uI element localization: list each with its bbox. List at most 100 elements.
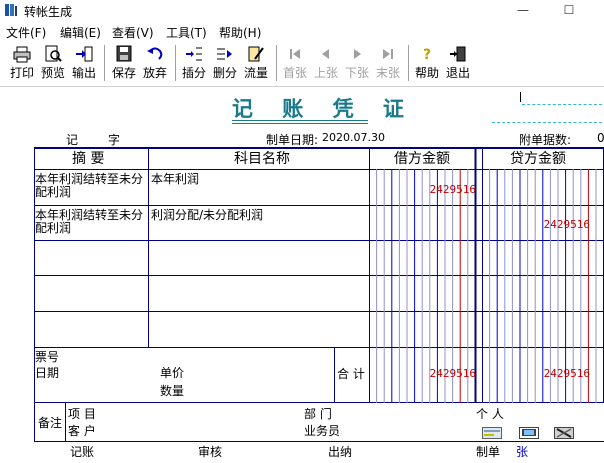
- first-page-icon: [290, 49, 300, 59]
- customer-label: 客 户: [68, 424, 96, 438]
- voucher-title: 记 账 凭 证: [232, 96, 415, 121]
- row2-credit-amount[interactable]: 2429516: [544, 218, 590, 231]
- prev-voucher-label: 上张: [313, 66, 338, 80]
- delete-row-icon: [217, 48, 232, 60]
- toolbar-separator: [175, 45, 177, 81]
- discard-button[interactable]: 放弃: [140, 43, 170, 83]
- chevron-right-icon: [354, 49, 361, 59]
- delete-entry-button[interactable]: 删分: [210, 43, 240, 83]
- export-icon: [76, 46, 93, 62]
- save-button[interactable]: 保存: [109, 43, 139, 83]
- salesperson-label: 业务员: [304, 424, 341, 438]
- toolbar: 打印 预览 输出 保存 放弃 插分 删分 流量 首张 上张 下张 末张 ? 帮助…: [0, 42, 604, 84]
- credit-total: 2429516: [543, 367, 590, 380]
- help-icon: ?: [423, 47, 431, 63]
- insert-row-icon: [186, 47, 202, 61]
- bookkeeper-label: 记账: [70, 445, 95, 459]
- help-button[interactable]: ? 帮助: [412, 43, 442, 83]
- first-voucher-button[interactable]: 首张: [280, 43, 310, 83]
- card-icon[interactable]: [482, 427, 502, 439]
- attachments-label: 附单据数:: [519, 133, 572, 147]
- header-debit: 借方金额: [394, 151, 450, 167]
- menu-tools[interactable]: 工具(T): [166, 24, 207, 41]
- tools-icon[interactable]: [554, 427, 574, 439]
- menu-file[interactable]: 文件(F): [6, 24, 46, 41]
- toolbar-separator: [408, 45, 410, 81]
- preparer-name: 张: [516, 445, 529, 459]
- header-summary: 摘 要: [72, 151, 105, 167]
- title-bar: 转帐生成 — ☐: [0, 0, 604, 20]
- row2-summary-line2[interactable]: 配利润: [35, 222, 71, 234]
- next-voucher-button[interactable]: 下张: [342, 43, 372, 83]
- save-label: 保存: [111, 66, 136, 80]
- chevron-left-icon: [322, 49, 329, 59]
- print-button[interactable]: 打印: [7, 43, 37, 83]
- preview-icon: [45, 45, 62, 62]
- project-label: 项 目: [68, 407, 96, 421]
- next-voucher-label: 下张: [344, 66, 369, 80]
- row1-summary-line2[interactable]: 配利润: [35, 186, 71, 198]
- pen-paper-icon: [248, 46, 264, 62]
- maximize-button[interactable]: ☐: [554, 1, 584, 19]
- cashier-label: 出纳: [328, 445, 353, 459]
- voucher-type[interactable]: 记: [66, 131, 78, 148]
- menu-view[interactable]: 查看(V): [112, 24, 154, 41]
- toolbar-separator: [104, 45, 106, 81]
- preparer-label: 制单: [476, 445, 501, 459]
- ticket-date-label: 日期: [35, 366, 60, 380]
- preview-label: 预览: [40, 66, 65, 80]
- department-label: 部 门: [304, 407, 332, 421]
- voucher-table: 摘 要 科目名称 借方金额 贷方金额 本年利润结转至未分 配利润 本年利润 24…: [34, 147, 604, 403]
- delete-entry-label: 删分: [212, 66, 237, 80]
- row1-summary-line1[interactable]: 本年利润结转至未分: [35, 173, 143, 185]
- quantity-label: 数量: [160, 384, 185, 398]
- minimize-button[interactable]: —: [508, 1, 538, 19]
- title-underline: [232, 120, 368, 121]
- menu-edit[interactable]: 编辑(E): [60, 24, 101, 41]
- remarks-divider: [65, 403, 66, 441]
- menu-bar: 文件(F) 编辑(E) 查看(V) 工具(T) 帮助(H): [0, 21, 604, 41]
- divider: [492, 122, 602, 123]
- insert-entry-label: 插分: [181, 66, 206, 80]
- date-label: 制单日期:: [266, 133, 319, 147]
- window-title: 转帐生成: [24, 5, 73, 19]
- screen-icon[interactable]: [519, 427, 539, 439]
- insert-entry-button[interactable]: 插分: [179, 43, 209, 83]
- row1-account[interactable]: 本年利润: [151, 173, 199, 185]
- person-label: 个 人: [476, 407, 504, 421]
- voucher-number-label: 字: [108, 133, 121, 147]
- row2-summary-line1[interactable]: 本年利润结转至未分: [35, 209, 143, 221]
- first-voucher-label: 首张: [282, 66, 307, 80]
- title-underline: [232, 123, 368, 124]
- cash-flow-label: 流量: [243, 66, 268, 80]
- attachments-count[interactable]: 0: [597, 131, 604, 145]
- reviewer-label: 审核: [198, 445, 223, 459]
- svg-text:?: ?: [423, 47, 431, 63]
- header-credit: 贷方金额: [510, 151, 566, 167]
- prev-voucher-button[interactable]: 上张: [311, 43, 341, 83]
- header-account: 科目名称: [234, 151, 290, 167]
- discard-label: 放弃: [142, 66, 167, 80]
- floppy-disk-icon: [116, 45, 132, 62]
- last-voucher-button[interactable]: 末张: [373, 43, 403, 83]
- last-voucher-label: 末张: [375, 66, 400, 80]
- export-label: 输出: [71, 66, 96, 80]
- undo-icon: [147, 47, 163, 60]
- voucher-date[interactable]: 2020.07.30: [322, 131, 385, 144]
- preview-button[interactable]: 预览: [38, 43, 68, 83]
- ticket-number-label: 票号: [35, 350, 60, 364]
- menu-help[interactable]: 帮助(H): [219, 24, 261, 41]
- exit-button[interactable]: 退出: [443, 43, 473, 83]
- row2-account[interactable]: 利润分配/未分配利润: [151, 209, 263, 221]
- exit-label: 退出: [445, 66, 470, 80]
- exit-door-icon: [450, 46, 466, 62]
- app-icon: [5, 4, 17, 16]
- text-cursor: [520, 92, 521, 102]
- unit-price-label: 单价: [160, 366, 185, 380]
- remarks-label: 备注: [38, 416, 63, 430]
- cash-flow-button[interactable]: 流量: [241, 43, 271, 83]
- help-label: 帮助: [414, 66, 439, 80]
- export-button[interactable]: 输出: [69, 43, 99, 83]
- printer-icon: [13, 46, 31, 63]
- row1-debit-amount[interactable]: 2429516: [430, 183, 476, 196]
